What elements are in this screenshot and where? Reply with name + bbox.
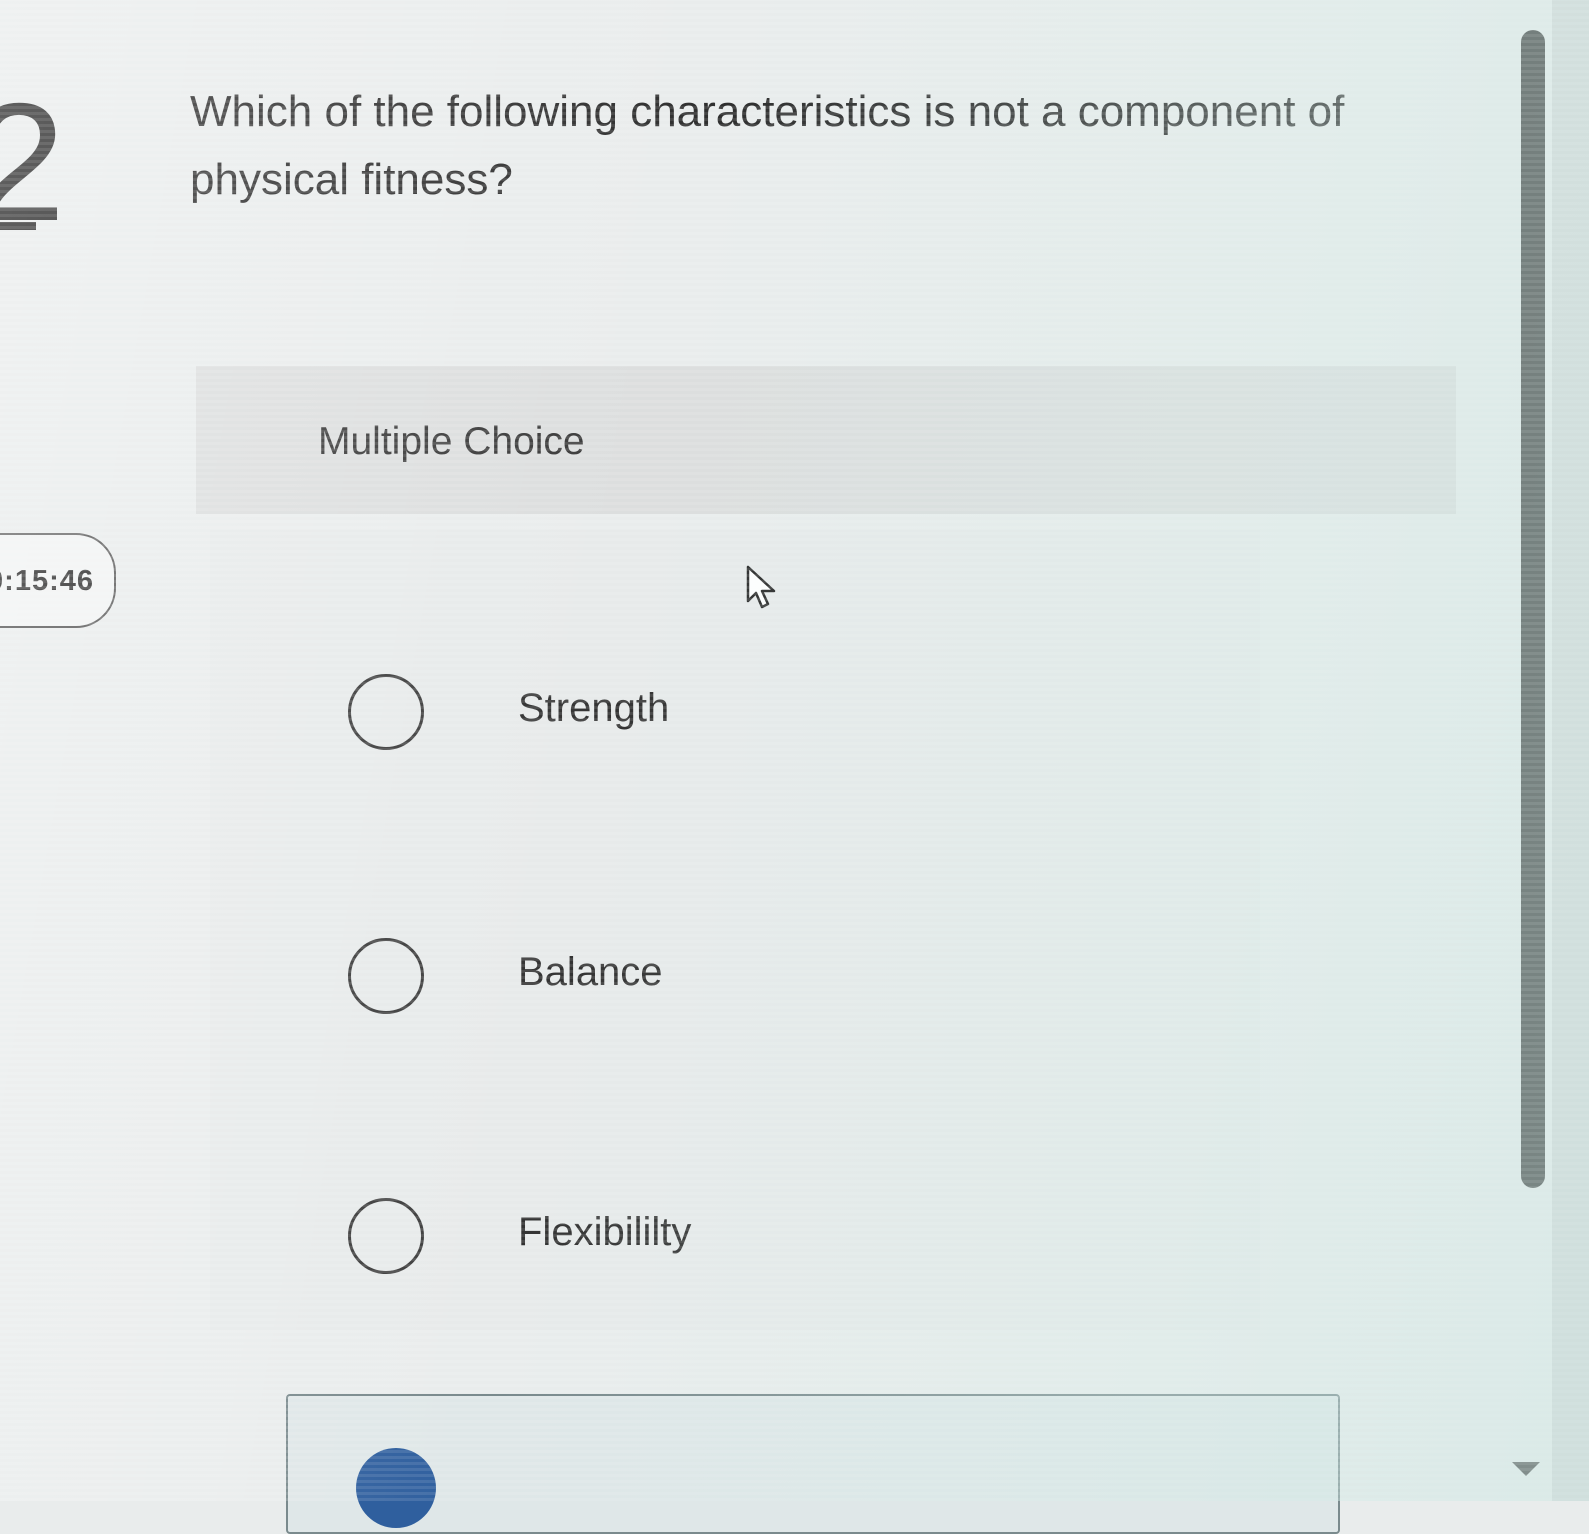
radio-button-icon[interactable] — [348, 1198, 424, 1274]
timer-text: 0:15:46 — [0, 565, 94, 597]
timer-badge: 0:15:46 — [0, 533, 116, 628]
window-edge — [1552, 0, 1589, 1501]
answer-option-strength[interactable]: Strength — [340, 666, 1240, 766]
question-number-underline — [0, 222, 36, 230]
answer-option-label[interactable]: Balance — [518, 950, 663, 995]
question-prompt: Which of the following characteristics i… — [190, 87, 1345, 204]
answer-option-flexibility[interactable]: Flexibililty — [340, 1190, 1240, 1290]
question-number: 2 — [0, 68, 66, 256]
radio-button-icon[interactable] — [348, 674, 424, 750]
answer-option-balance[interactable]: Balance — [340, 930, 1240, 1030]
next-question-area[interactable] — [286, 1394, 1340, 1534]
question-type-label: Multiple Choice — [318, 420, 585, 463]
blue-circle-icon[interactable] — [356, 1448, 436, 1528]
scrollbar-thumb[interactable] — [1521, 30, 1545, 1188]
radio-button-icon[interactable] — [348, 938, 424, 1014]
answer-option-label[interactable]: Flexibililty — [518, 1210, 691, 1255]
chevron-down-icon[interactable] — [1512, 1462, 1540, 1476]
answer-option-label[interactable]: Strength — [518, 686, 669, 731]
mouse-pointer-icon — [746, 565, 776, 609]
